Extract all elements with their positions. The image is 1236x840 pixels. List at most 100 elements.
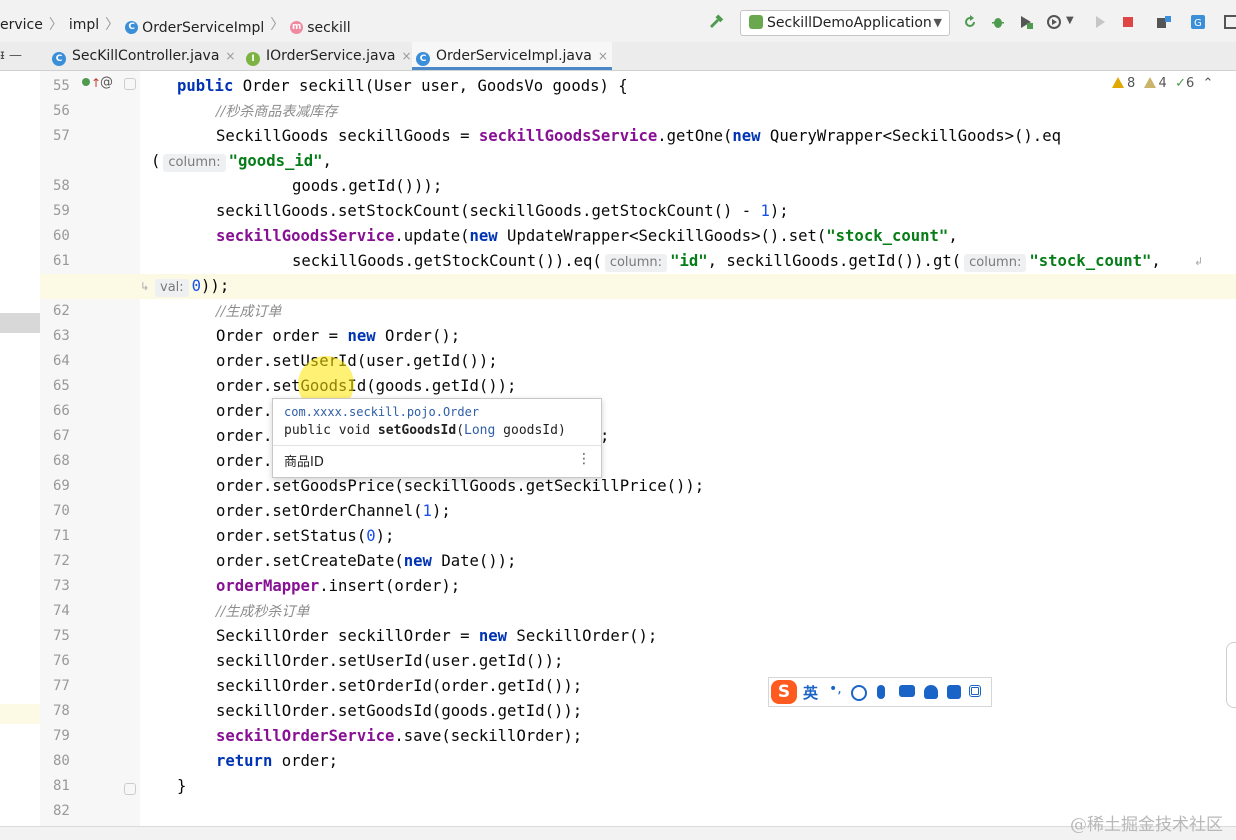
code-line-wrap[interactable]: (column: "goods_id", (151, 149, 332, 174)
code-line[interactable]: return order; (216, 749, 338, 774)
ime-language-toggle[interactable]: 英 (803, 682, 818, 703)
collapse-icon[interactable]: ᵻ — (0, 48, 22, 63)
line-number: 72 (53, 553, 70, 569)
inspection-widget[interactable]: 8 4 ✓6 ⌃ (1112, 76, 1213, 91)
fold-icon[interactable] (124, 78, 136, 90)
code-line[interactable]: order.setOrderChannel(1); (216, 499, 451, 524)
code-line[interactable]: seckillGoods.getStockCount()).eq(column:… (292, 249, 1161, 274)
code-line[interactable]: seckillOrder.setOrderId(order.getId()); (216, 674, 582, 699)
side-panel-handle[interactable] (1226, 642, 1236, 708)
code-line[interactable]: Order order = new Order(); (216, 324, 460, 349)
line-number: 66 (53, 403, 70, 419)
sogou-logo-icon[interactable]: S (771, 680, 797, 704)
class-icon: C (52, 52, 66, 66)
mic-icon[interactable] (877, 685, 885, 699)
breadcrumb-item-impl[interactable]: impl (69, 17, 99, 33)
code-line[interactable]: //生成秒杀订单 (216, 599, 309, 625)
code-line[interactable]: } (177, 774, 186, 799)
code-line[interactable]: public Order seckill(User user, GoodsVo … (177, 74, 628, 99)
refresh-icon[interactable] (962, 14, 978, 30)
doc-package[interactable]: com.xxxx.seckill.pojo.Order (284, 405, 479, 419)
line-number: 63 (53, 328, 70, 344)
divider (273, 445, 601, 446)
interface-icon: I (246, 52, 260, 66)
grid-icon[interactable] (969, 685, 981, 697)
class-icon: C (125, 21, 139, 34)
more-options-icon[interactable]: ⋮ (577, 451, 591, 467)
soft-wrap-icon: ↲ (1194, 255, 1204, 268)
line-number: 71 (53, 528, 70, 544)
ime-toolbar[interactable]: S 英 •, (768, 677, 992, 707)
scroll-marker (0, 313, 40, 333)
run-icon[interactable] (1092, 14, 1108, 30)
code-line[interactable]: orderMapper.insert(order); (216, 574, 460, 599)
structure-icon[interactable] (1156, 14, 1172, 30)
chevron-down-icon: ▼ (933, 16, 942, 29)
spring-boot-icon (749, 15, 763, 29)
keyboard-icon[interactable] (899, 685, 915, 697)
chevron-up-icon[interactable]: ⌃ (1203, 76, 1214, 91)
emoji-icon[interactable] (851, 685, 867, 701)
code-line[interactable]: SeckillGoods seckillGoods = seckillGoods… (216, 124, 1061, 149)
code-line[interactable]: order.setCreateDate(new Date()); (216, 549, 516, 574)
line-number: 64 (53, 353, 70, 369)
breadcrumb: ervice 〉 impl 〉 C OrderServiceImpl 〉 m seckill (0, 14, 351, 36)
line-number: 73 (53, 578, 70, 594)
code-line[interactable]: order.setStatus(0); (216, 524, 394, 549)
skin-icon[interactable] (947, 685, 961, 699)
debug-icon[interactable] (990, 14, 1006, 30)
line-number: 57 (53, 128, 70, 144)
line-number: 67 (53, 428, 70, 444)
tab-order-service-impl[interactable]: C OrderServiceImpl.java × (412, 42, 612, 70)
code-line[interactable]: //秒杀商品表减库存 (216, 99, 337, 125)
close-icon[interactable]: × (225, 49, 235, 63)
code-line[interactable]: order. (216, 424, 272, 449)
chevron-right-icon: 〉 (270, 17, 285, 33)
code-line[interactable]: goods.getId())); (292, 174, 442, 199)
parameter-hint: column: (163, 154, 226, 172)
stop-icon[interactable] (1120, 14, 1136, 30)
code-line[interactable]: seckillOrder.setGoodsId(goods.getId()); (216, 699, 582, 724)
run-configuration-dropdown[interactable]: SeckillDemoApplication ▼ (740, 10, 950, 36)
line-number: 58 (53, 178, 70, 194)
code-line[interactable]: order. (216, 449, 272, 474)
window-icon[interactable] (1224, 14, 1236, 30)
close-icon[interactable]: × (598, 49, 608, 63)
tab-seckill-controller[interactable]: C SecKillController.java × (52, 42, 235, 70)
code-line[interactable]: SeckillOrder seckillOrder = new SeckillO… (216, 624, 657, 649)
breadcrumb-item-class[interactable]: C OrderServiceImpl (125, 20, 264, 36)
line-number: 76 (53, 653, 70, 669)
breadcrumb-item-service[interactable]: ervice (0, 17, 43, 33)
user-icon[interactable] (924, 685, 938, 699)
line-number: 78 (53, 703, 70, 719)
chevron-down-icon[interactable]: ▼ (1066, 15, 1074, 26)
code-line[interactable]: seckillOrderService.save(seckillOrder); (216, 724, 582, 749)
class-icon: C (416, 52, 430, 66)
quick-documentation-popup[interactable]: com.xxxx.seckill.pojo.Order public void … (272, 398, 602, 478)
override-icon[interactable]: @ (100, 74, 113, 92)
code-line-wrap[interactable]: val: 0)); (152, 274, 229, 299)
code-line[interactable]: //生成订单 (216, 299, 281, 325)
fold-icon[interactable] (124, 783, 136, 795)
profile-icon[interactable] (1046, 14, 1062, 30)
code-line[interactable]: order.setGoodsId(goods.getId()); (216, 374, 516, 399)
translate-icon[interactable]: G (1190, 14, 1206, 30)
close-icon[interactable]: × (401, 49, 411, 63)
implementing-icon[interactable] (82, 78, 90, 86)
punct-icon[interactable]: •, (829, 681, 842, 697)
line-number: 77 (53, 678, 70, 694)
code-line[interactable]: order. (216, 399, 272, 424)
breadcrumb-item-method[interactable]: m seckill (290, 20, 351, 36)
tab-iorder-service[interactable]: I IOrderService.java × (246, 42, 412, 70)
weak-warning-icon (1143, 77, 1156, 88)
hammer-icon[interactable] (708, 14, 724, 30)
code-editor[interactable]: 55 56 57 58 59 60 61 62 63 64 65 66 67 6… (0, 71, 1236, 839)
line-number: 55 (53, 78, 70, 94)
code-line[interactable]: seckillOrder.setUserId(user.getId()); (216, 649, 563, 674)
coverage-icon[interactable] (1018, 14, 1034, 30)
doc-signature: public void setGoodsId(Long goodsId) (284, 423, 566, 438)
code-line[interactable]: seckillGoodsService.update(new UpdateWra… (216, 224, 958, 249)
code-line[interactable]: seckillGoods.setStockCount(seckillGoods.… (216, 199, 789, 224)
code-line[interactable]: order.setUserId(user.getId()); (216, 349, 498, 374)
warning-icon (1112, 77, 1124, 88)
